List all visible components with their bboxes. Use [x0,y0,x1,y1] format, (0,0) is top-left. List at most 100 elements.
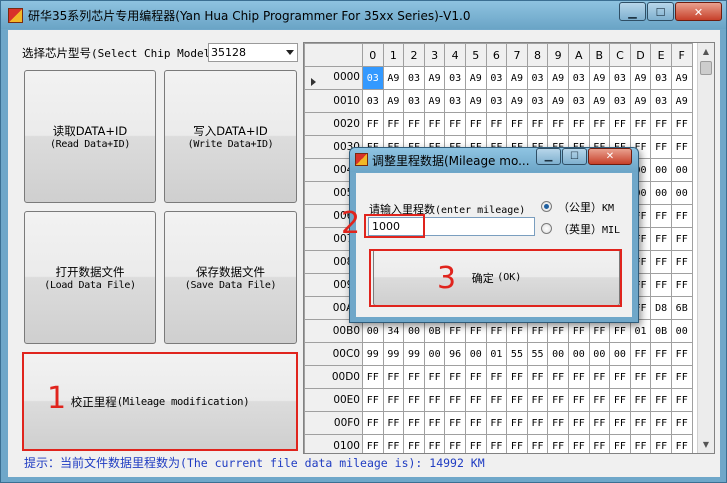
hex-cell[interactable]: FF [567,365,590,389]
hex-cell[interactable]: FF [526,365,549,389]
hex-cell[interactable]: 03 [567,89,590,113]
hex-cell[interactable]: 03 [609,89,631,113]
hex-cell[interactable]: D8 [650,296,672,320]
hex-cell[interactable]: 03 [485,66,508,90]
hex-cell[interactable]: FF [485,411,508,435]
hex-cell[interactable]: FF [444,411,466,435]
hex-cell[interactable]: 03 [362,66,384,90]
hex-cell[interactable]: 0B [650,319,672,343]
hex-cell[interactable]: FF [629,365,652,389]
hex-column-header[interactable]: D [629,43,652,67]
hex-row-header[interactable]: 0020 [304,112,363,136]
maximize-button[interactable]: ☐ [647,2,674,21]
hex-cell[interactable]: FF [506,112,528,136]
hex-column-header[interactable]: 1 [382,43,405,67]
save-data-file-button[interactable]: 保存数据文件 (Save Data File) [164,211,297,344]
hex-cell[interactable]: FF [485,365,508,389]
hex-cell[interactable]: 6B [670,296,693,320]
hex-cell[interactable]: FF [362,388,384,412]
hex-cell[interactable]: 00 [567,342,590,366]
hex-cell[interactable]: 00 [423,342,446,366]
hex-cell[interactable]: FF [382,434,405,453]
hex-cell[interactable]: FF [464,112,487,136]
hex-cell[interactable]: 00 [464,342,487,366]
hex-cell[interactable]: FF [382,365,405,389]
unit-mil-radio[interactable]: （英里）MIL [541,221,638,237]
read-data-id-button[interactable]: 读取DATA+ID (Read Data+ID) [24,70,156,203]
hex-cell[interactable]: 00 [670,181,693,205]
hex-cell[interactable]: FF [362,434,384,453]
scroll-down-icon[interactable]: ▼ [698,436,714,453]
hex-cell[interactable]: FF [588,388,611,412]
dialog-maximize-button[interactable]: ☐ [562,148,587,165]
hex-cell[interactable]: 00 [609,342,631,366]
hex-cell[interactable]: FF [444,112,466,136]
hex-cell[interactable]: 99 [382,342,405,366]
dialog-close-button[interactable]: ✕ [588,148,632,165]
hex-cell[interactable]: A9 [382,89,405,113]
hex-column-header[interactable]: B [588,43,611,67]
hex-cell[interactable]: FF [670,112,693,136]
hex-cell[interactable]: 03 [403,66,425,90]
hex-column-header[interactable]: 5 [464,43,487,67]
hex-cell[interactable]: 00 [650,158,672,182]
hex-cell[interactable]: FF [588,434,611,453]
hex-cell[interactable]: FF [485,434,508,453]
hex-cell[interactable]: FF [670,434,693,453]
hex-cell[interactable]: 03 [526,66,549,90]
hex-column-header[interactable]: 7 [506,43,528,67]
hex-row-header[interactable]: 00E0 [304,388,363,412]
hex-column-header[interactable]: 8 [526,43,549,67]
hex-column-header[interactable]: A [567,43,590,67]
hex-cell[interactable]: A9 [423,66,446,90]
mileage-input[interactable]: 1000 [368,217,535,236]
hex-cell[interactable]: FF [423,112,446,136]
hex-cell[interactable]: 01 [485,342,508,366]
hex-cell[interactable]: FF [547,434,569,453]
hex-row-header[interactable]: 0100 [304,434,363,453]
hex-cell[interactable]: FF [650,250,672,274]
hex-cell[interactable]: 03 [526,89,549,113]
hex-cell[interactable]: FF [403,112,425,136]
hex-row-header[interactable]: 00D0 [304,365,363,389]
hex-cell[interactable]: FF [609,434,631,453]
minimize-button[interactable]: ▁ [619,2,646,21]
hex-cell[interactable]: 03 [444,66,466,90]
hex-cell[interactable]: 03 [485,89,508,113]
hex-cell[interactable]: 03 [567,66,590,90]
hex-cell[interactable]: FF [464,434,487,453]
hex-cell[interactable]: FF [464,365,487,389]
hex-cell[interactable]: FF [547,388,569,412]
hex-cell[interactable]: FF [588,112,611,136]
hex-cell[interactable]: FF [444,365,466,389]
hex-cell[interactable]: FF [650,434,672,453]
hex-cell[interactable]: FF [526,434,549,453]
hex-cell[interactable]: A9 [506,66,528,90]
hex-cell[interactable]: FF [423,388,446,412]
hex-cell[interactable]: FF [609,112,631,136]
hex-cell[interactable]: 99 [362,342,384,366]
hex-cell[interactable]: FF [670,204,693,228]
hex-column-header[interactable]: 0 [362,43,384,67]
hex-cell[interactable]: 03 [444,89,466,113]
hex-row-header[interactable]: 00F0 [304,411,363,435]
hex-cell[interactable]: FF [382,112,405,136]
hex-cell[interactable]: FF [526,388,549,412]
hex-cell[interactable]: A9 [423,89,446,113]
grid-scrollbar[interactable]: ▲ ▼ [697,43,714,453]
hex-cell[interactable]: FF [670,342,693,366]
hex-column-header[interactable]: 4 [444,43,466,67]
hex-cell[interactable]: FF [629,388,652,412]
hex-cell[interactable]: FF [444,388,466,412]
hex-cell[interactable]: FF [464,388,487,412]
hex-cell[interactable]: FF [547,112,569,136]
hex-cell[interactable]: FF [423,434,446,453]
scroll-thumb[interactable] [700,61,712,75]
hex-cell[interactable]: FF [506,411,528,435]
hex-cell[interactable]: 55 [526,342,549,366]
unit-km-radio[interactable]: （公里）KM [541,199,638,215]
close-button[interactable]: ✕ [675,2,722,21]
hex-column-header[interactable]: E [650,43,672,67]
hex-cell[interactable]: A9 [588,66,611,90]
hex-cell[interactable]: FF [547,365,569,389]
